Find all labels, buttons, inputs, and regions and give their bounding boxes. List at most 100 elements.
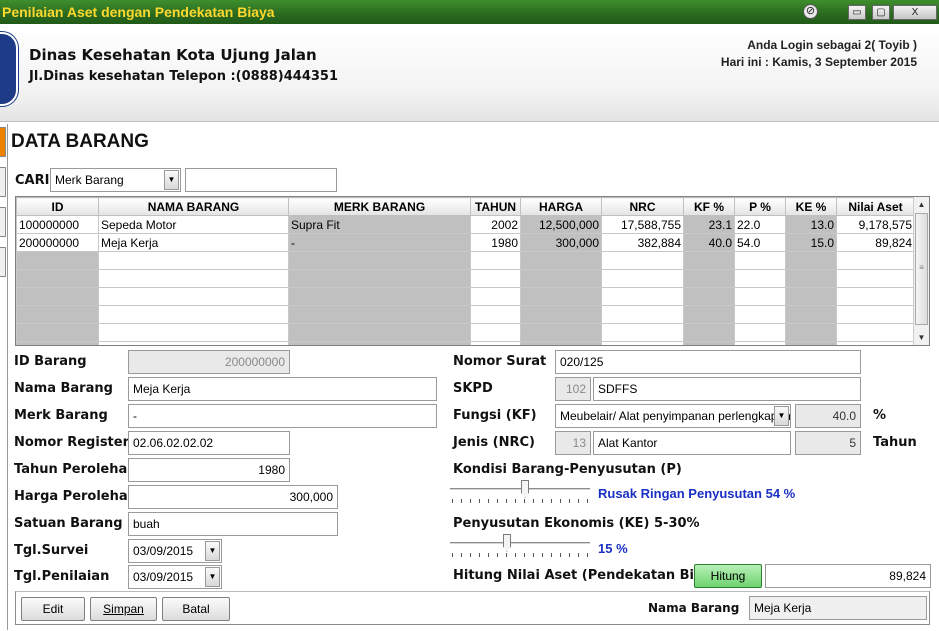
id-barang-label: ID Barang <box>14 354 87 369</box>
jenis-years-field[interactable]: 5 <box>795 431 861 455</box>
cell-nrc[interactable]: 17,588,755 <box>601 215 684 234</box>
cell-p[interactable]: 22.0 <box>734 215 786 234</box>
cell-nilai[interactable]: 89,824 <box>836 233 915 252</box>
chevron-down-icon[interactable]: ▼ <box>164 170 179 190</box>
cell-nama[interactable]: Sepeda Motor <box>98 215 289 234</box>
org-address: Jl.Dinas kesehatan Telepon :(0888)444351 <box>29 69 339 84</box>
satuan-barang-field[interactable]: buah <box>128 512 338 536</box>
fungsi-percent-field[interactable]: 40.0 <box>795 404 861 428</box>
system-menu-icon[interactable]: ⊘ <box>803 4 818 19</box>
tgl-penilaian-picker[interactable]: 03/09/2015 ▼ <box>128 565 222 589</box>
cell-nama[interactable]: Meja Kerja <box>98 233 289 252</box>
table-row-empty[interactable] <box>16 341 915 345</box>
bottom-nama-field[interactable]: Meja Kerja <box>749 596 927 620</box>
jenis-code-field[interactable]: 13 <box>555 431 591 455</box>
col-header-p[interactable]: P % <box>734 197 786 216</box>
col-header-nama[interactable]: NAMA BARANG <box>98 197 289 216</box>
cell-kf[interactable]: 40.0 <box>683 233 735 252</box>
cell-nilai[interactable]: 9,178,575 <box>836 215 915 234</box>
kondisi-label: Kondisi Barang-Penyusutan (P) <box>453 462 682 477</box>
cell-ke[interactable]: 15.0 <box>785 233 837 252</box>
fungsi-select[interactable]: Meubelair/ Alat penyimpanan perlengkapan… <box>555 404 791 428</box>
table-row-empty[interactable] <box>16 269 915 288</box>
skpd-name-field[interactable]: SDFFS <box>593 377 861 401</box>
tahun-perolehan-field[interactable]: 1980 <box>128 458 290 482</box>
batal-button[interactable]: Batal <box>162 597 230 621</box>
cell-id[interactable]: 200000000 <box>16 233 99 252</box>
cell-merk[interactable]: - <box>288 233 471 252</box>
cell-tahun[interactable]: 2002 <box>470 215 521 234</box>
side-tab[interactable] <box>0 167 6 197</box>
cell-p[interactable]: 54.0 <box>734 233 786 252</box>
side-tab[interactable] <box>0 207 6 237</box>
skpd-label: SKPD <box>453 381 493 396</box>
tgl-survei-picker[interactable]: 03/09/2015 ▼ <box>128 539 222 563</box>
minimize-button[interactable]: ▭ <box>848 5 866 20</box>
side-tab[interactable] <box>0 247 6 277</box>
side-tabs <box>0 127 6 327</box>
grid-header-row: ID NAMA BARANG MERK BARANG TAHUN HARGA N… <box>16 197 915 216</box>
scroll-up-icon[interactable]: ▲ <box>914 197 929 212</box>
table-row[interactable]: 100000000 Sepeda Motor Supra Fit 2002 12… <box>16 215 915 234</box>
table-row[interactable]: 200000000 Meja Kerja - 1980 300,000 382,… <box>16 233 915 252</box>
search-field-value: Merk Barang <box>55 173 124 187</box>
id-barang-field[interactable]: 200000000 <box>128 350 290 374</box>
nomor-register-label: Nomor Register <box>14 435 129 450</box>
edit-button[interactable]: Edit <box>21 597 85 621</box>
cell-id[interactable]: 100000000 <box>16 215 99 234</box>
simpan-button[interactable]: Simpan <box>90 597 157 621</box>
tgl-survei-label: Tgl.Survei <box>14 543 89 558</box>
maximize-button[interactable]: ▢ <box>872 5 890 20</box>
col-header-kf[interactable]: KF % <box>683 197 735 216</box>
merk-barang-field[interactable]: - <box>128 404 437 428</box>
nama-barang-field[interactable]: Meja Kerja <box>128 377 437 401</box>
col-header-id[interactable]: ID <box>16 197 99 216</box>
cell-nrc[interactable]: 382,884 <box>601 233 684 252</box>
grid-scrollbar[interactable]: ▲ ≡ ▼ <box>913 197 929 345</box>
skpd-code-field[interactable]: 102 <box>555 377 591 401</box>
side-tab[interactable] <box>0 127 6 157</box>
table-row-empty[interactable] <box>16 323 915 342</box>
jenis-label: Jenis (NRC) <box>453 435 535 450</box>
hitung-button[interactable]: Hitung <box>694 564 762 588</box>
ekonomis-slider[interactable] <box>450 534 590 558</box>
jenis-name-field[interactable]: Alat Kantor <box>593 431 791 455</box>
data-grid[interactable]: ID NAMA BARANG MERK BARANG TAHUN HARGA N… <box>15 196 930 346</box>
kondisi-slider[interactable] <box>450 480 590 504</box>
window-title: Penilaian Aset dengan Pendekatan Biaya <box>2 4 275 20</box>
col-header-ke[interactable]: KE % <box>785 197 837 216</box>
nilai-aset-field[interactable]: 89,824 <box>765 564 931 588</box>
ekonomis-value-text: 15 % <box>598 541 628 556</box>
cell-ke[interactable]: 13.0 <box>785 215 837 234</box>
table-row-empty[interactable] <box>16 251 915 270</box>
tgl-penilaian-label: Tgl.Penilaian <box>14 569 110 584</box>
merk-barang-label: Merk Barang <box>14 408 108 423</box>
col-header-nrc[interactable]: NRC <box>601 197 684 216</box>
cell-harga[interactable]: 12,500,000 <box>520 215 602 234</box>
table-row-empty[interactable] <box>16 287 915 306</box>
cell-harga[interactable]: 300,000 <box>520 233 602 252</box>
close-button[interactable]: X <box>893 5 937 20</box>
scroll-thumb[interactable]: ≡ <box>915 213 928 325</box>
ekonomis-slider-ticks <box>452 553 588 557</box>
nomor-surat-field[interactable]: 020/125 <box>555 350 861 374</box>
cell-kf[interactable]: 23.1 <box>683 215 735 234</box>
col-header-harga[interactable]: HARGA <box>520 197 602 216</box>
col-header-tahun[interactable]: TAHUN <box>470 197 521 216</box>
chevron-down-icon[interactable]: ▼ <box>205 567 220 587</box>
scroll-down-icon[interactable]: ▼ <box>914 330 929 345</box>
kondisi-slider-thumb[interactable] <box>521 480 529 498</box>
col-header-merk[interactable]: MERK BARANG <box>288 197 471 216</box>
harga-perolehan-label: Harga Perolehan <box>14 489 137 504</box>
chevron-down-icon[interactable]: ▼ <box>205 541 220 561</box>
col-header-nilai[interactable]: Nilai Aset <box>836 197 915 216</box>
nomor-register-field[interactable]: 02.06.02.02.02 <box>128 431 290 455</box>
search-field-select[interactable]: Merk Barang ▼ <box>50 168 181 192</box>
harga-perolehan-field[interactable]: 300,000 <box>128 485 338 509</box>
search-input[interactable] <box>185 168 337 192</box>
cell-tahun[interactable]: 1980 <box>470 233 521 252</box>
ekonomis-slider-thumb[interactable] <box>503 534 511 552</box>
cell-merk[interactable]: Supra Fit <box>288 215 471 234</box>
chevron-down-icon[interactable]: ▼ <box>774 406 789 426</box>
table-row-empty[interactable] <box>16 305 915 324</box>
